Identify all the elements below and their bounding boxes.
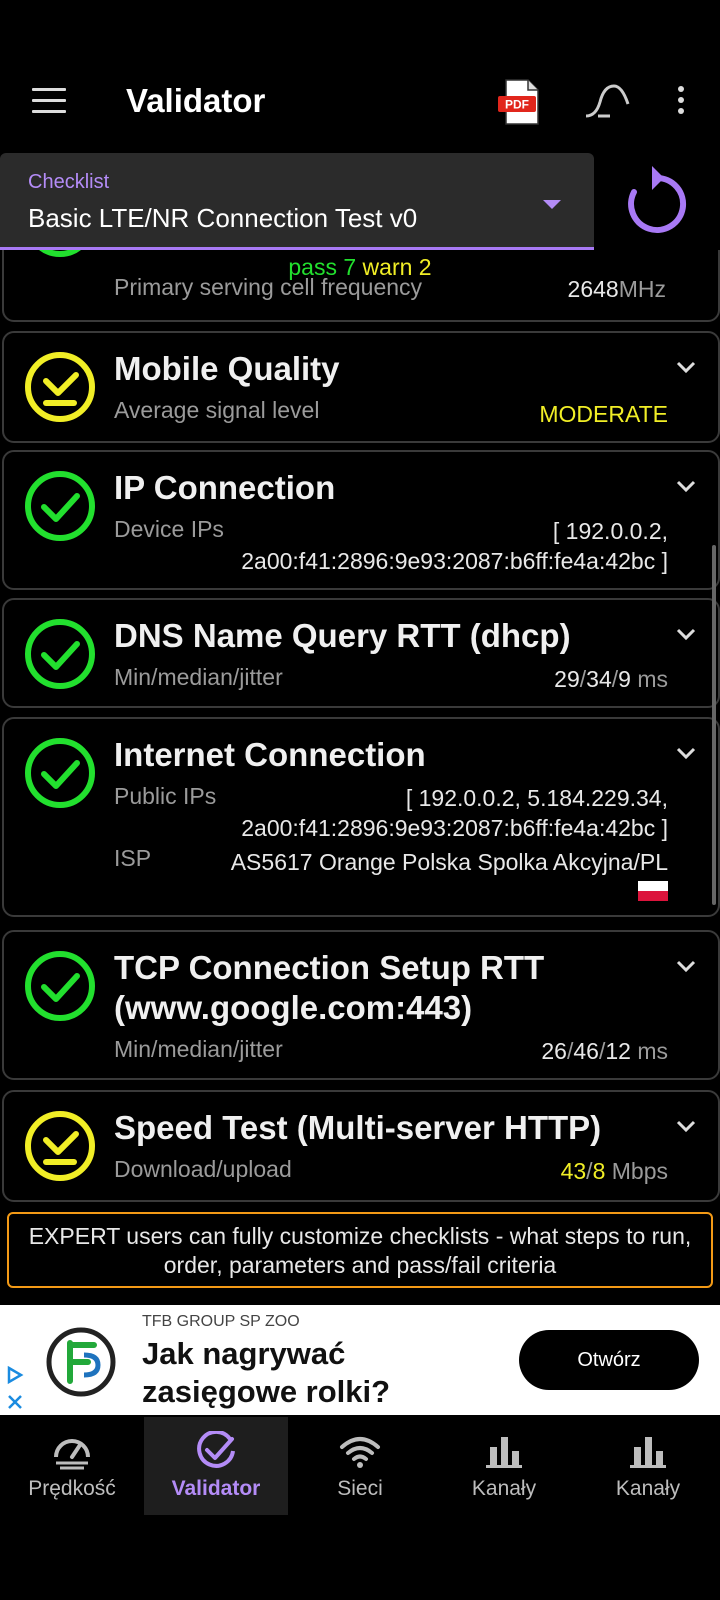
card-tcp-rtt[interactable]: TCP Connection Setup RTT (www.google.com… bbox=[2, 930, 720, 1080]
bottom-navigation: Prędkość Validator Sieci Kanały Kanały bbox=[0, 1417, 720, 1517]
card-title: TCP Connection Setup RTT bbox=[114, 949, 545, 986]
nav-label: Kanały bbox=[471, 1477, 537, 1500]
ad-company: TFB GROUP SP ZOO bbox=[142, 1313, 300, 1330]
card-title: DNS Name Query RTT (dhcp) bbox=[114, 617, 571, 654]
card-internet-connection[interactable]: Internet Connection Public IPs [ 192.0.0… bbox=[2, 717, 720, 917]
card-subtitle: Download/upload bbox=[114, 1156, 292, 1182]
pass-check-icon bbox=[25, 951, 95, 1021]
speedometer-icon bbox=[54, 1439, 90, 1470]
nav-channels-1[interactable]: Kanały bbox=[432, 1417, 576, 1515]
pass-check-icon bbox=[25, 619, 95, 689]
result-summary: pass 7 warn 2 bbox=[0, 254, 720, 281]
refresh-icon[interactable] bbox=[622, 166, 692, 238]
card-value: 2a00:f41:2896:9e93:2087:b6ff:fe4a:42bc ] bbox=[241, 548, 668, 574]
nav-validator[interactable]: Validator bbox=[144, 1417, 288, 1515]
card-value: MODERATE bbox=[539, 401, 668, 427]
card-subtitle: Min/median/jitter bbox=[114, 1036, 283, 1062]
warn-icon bbox=[25, 352, 95, 422]
dropdown-arrow-icon bbox=[543, 200, 561, 209]
bar-chart-icon bbox=[486, 1437, 522, 1468]
nav-label: Kanały bbox=[615, 1477, 681, 1500]
pdf-icon[interactable]: PDF bbox=[498, 78, 544, 128]
ad-open-button[interactable]: Otwórz bbox=[519, 1330, 699, 1390]
poland-flag-icon bbox=[638, 881, 668, 901]
svg-text:PDF: PDF bbox=[505, 98, 529, 112]
pass-check-icon bbox=[25, 738, 95, 808]
card-value: [ 192.0.0.2, bbox=[552, 518, 668, 544]
nav-networks[interactable]: Sieci bbox=[288, 1417, 432, 1515]
card-value: 29/34/9 ms bbox=[554, 666, 668, 692]
card-title: Mobile Quality bbox=[114, 350, 340, 387]
nav-channels-2[interactable]: Kanały bbox=[576, 1417, 720, 1515]
card-subtitle: Public IPs bbox=[114, 783, 217, 809]
ad-choices-icon[interactable] bbox=[6, 1365, 24, 1385]
more-options-icon[interactable] bbox=[676, 86, 686, 118]
card-subtitle: Average signal level bbox=[114, 397, 320, 423]
nav-speed[interactable]: Prędkość bbox=[0, 1417, 144, 1515]
card-mobile-quality[interactable]: Mobile Quality Average signal level MODE… bbox=[2, 331, 720, 443]
card-title: Internet Connection bbox=[114, 736, 426, 773]
isp-label: ISP bbox=[114, 845, 152, 871]
card-subtitle: Device IPs bbox=[114, 516, 224, 542]
pass-count: pass 7 bbox=[288, 254, 357, 280]
wifi-icon bbox=[340, 1437, 380, 1468]
card-value: 2a00:f41:2896:9e93:2087:b6ff:fe4a:42bc ] bbox=[241, 815, 668, 841]
chevron-down-icon[interactable] bbox=[676, 747, 696, 761]
card-value: 26/46/12 ms bbox=[541, 1038, 668, 1064]
card-dns[interactable]: DNS Name Query RTT (dhcp) Min/median/jit… bbox=[2, 598, 720, 708]
checklist-dropdown[interactable]: Checklist Basic LTE/NR Connection Test v… bbox=[0, 153, 594, 250]
nav-label: Prędkość bbox=[28, 1477, 116, 1500]
ad-headline: Jak nagrywać zasięgowe rolki? bbox=[142, 1336, 391, 1409]
chevron-down-icon[interactable] bbox=[676, 1120, 696, 1134]
chevron-down-icon[interactable] bbox=[676, 628, 696, 642]
card-value: 43/8 Mbps bbox=[560, 1158, 668, 1184]
menu-icon[interactable] bbox=[32, 88, 66, 114]
checklist-label: Checklist bbox=[28, 171, 110, 193]
pass-check-icon bbox=[25, 471, 95, 541]
card-subtitle: Min/median/jitter bbox=[114, 664, 283, 690]
card-title: IP Connection bbox=[114, 469, 336, 506]
card-speed-test[interactable]: Speed Test (Multi-server HTTP) Download/… bbox=[2, 1090, 720, 1202]
advertiser-logo bbox=[46, 1327, 116, 1397]
expert-notice[interactable]: EXPERT users can fully customize checkli… bbox=[7, 1212, 713, 1288]
card-ip-connection[interactable]: IP Connection Device IPs [ 192.0.0.2, 2a… bbox=[2, 450, 720, 590]
chevron-down-icon[interactable] bbox=[676, 480, 696, 494]
check-circle-icon bbox=[197, 1431, 235, 1468]
warn-icon bbox=[25, 1111, 95, 1181]
nav-label: Sieci bbox=[337, 1477, 383, 1500]
isp-value: AS5617 Orange Polska Spolka Akcyjna/PL bbox=[230, 849, 668, 875]
nav-label: Validator bbox=[171, 1477, 261, 1500]
bar-chart-icon bbox=[630, 1437, 666, 1468]
chevron-down-icon[interactable] bbox=[676, 960, 696, 974]
scrollbar[interactable] bbox=[712, 545, 716, 905]
card-title: Speed Test (Multi-server HTTP) bbox=[114, 1109, 602, 1146]
close-icon[interactable] bbox=[6, 1393, 24, 1411]
checklist-value: Basic LTE/NR Connection Test v0 bbox=[28, 203, 418, 233]
app-bar: Validator PDF bbox=[0, 0, 720, 150]
ad-banner[interactable]: TFB GROUP SP ZOO Jak nagrywać zasięgowe … bbox=[0, 1305, 720, 1415]
chevron-down-icon[interactable] bbox=[676, 361, 696, 375]
signal-curve-icon[interactable] bbox=[584, 84, 630, 120]
card-value: [ 192.0.0.2, 5.184.229.34, bbox=[405, 785, 668, 811]
card-title-line2: (www.google.com:443) bbox=[114, 989, 473, 1026]
checklist-results[interactable]: Primary serving cell frequency 2648MHz M… bbox=[0, 250, 720, 1202]
warn-count: warn 2 bbox=[362, 254, 432, 280]
page-title: Validator bbox=[126, 82, 266, 119]
